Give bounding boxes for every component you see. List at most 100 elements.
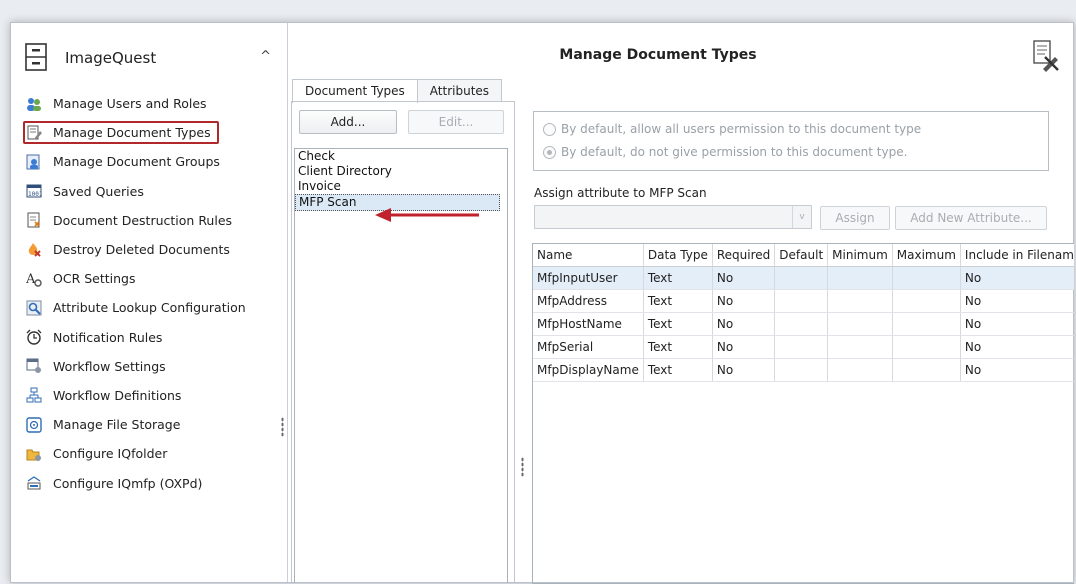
radio-label: By default, do not give permission to th… xyxy=(561,145,908,159)
nav-label: Workflow Definitions xyxy=(53,387,182,403)
table-row-selected[interactable]: MfpInputUser Text No No xyxy=(533,266,1074,290)
app-window: ImageQuest ^ Manage Users and Roles Mana… xyxy=(10,22,1074,584)
edit-button[interactable]: Edit... xyxy=(408,110,504,134)
column-header[interactable]: Data Type xyxy=(643,244,713,267)
column-header[interactable]: Maximum xyxy=(892,244,961,267)
list-item[interactable]: Client Directory xyxy=(295,164,507,179)
attributes-grid[interactable]: Name Data Type Required Default Minimum … xyxy=(532,243,1074,584)
nav-item-configure-iqfolder[interactable]: Configure IQfolder xyxy=(25,439,275,468)
document-types-panel: Add... Edit... Check Client Directory In… xyxy=(291,101,515,583)
sidebar: ImageQuest ^ Manage Users and Roles Mana… xyxy=(11,23,288,582)
cell: MfpSerial xyxy=(533,335,644,359)
nav-label: Manage Document Groups xyxy=(53,154,220,170)
main-panel: Manage Document Types Document Types Att… xyxy=(288,23,1074,584)
assign-button[interactable]: Assign xyxy=(820,206,890,230)
document-tools-icon xyxy=(1031,39,1061,73)
table-row[interactable]: MfpDisplayName Text No No xyxy=(533,358,1074,382)
nav-item-destroy-deleted-documents[interactable]: Destroy Deleted Documents xyxy=(25,235,275,264)
nav-item-workflow-settings[interactable]: Workflow Settings xyxy=(25,352,275,381)
sidebar-splitter[interactable] xyxy=(281,417,284,437)
table-row[interactable]: MfpHostName Text No No xyxy=(533,312,1074,336)
nav-label: Manage Document Types xyxy=(53,125,211,141)
add-button[interactable]: Add... xyxy=(299,110,397,134)
cell: MfpInputUser xyxy=(533,266,644,290)
svg-text:1001: 1001 xyxy=(28,191,42,198)
cell xyxy=(827,289,893,313)
app-header[interactable]: ImageQuest ^ xyxy=(25,43,271,73)
document-edit-icon xyxy=(25,124,43,142)
cell: No xyxy=(960,335,1074,359)
list-item[interactable]: Invoice xyxy=(295,179,507,194)
nav-menu: Manage Users and Roles Manage Document T… xyxy=(23,89,275,498)
nav-label: Notification Rules xyxy=(53,329,163,345)
cell: Text xyxy=(643,312,713,336)
nav-item-ocr-settings[interactable]: A OCR Settings xyxy=(25,264,275,293)
permissions-group: By default, allow all users permission t… xyxy=(533,111,1049,171)
assign-attribute-label: Assign attribute to MFP Scan xyxy=(534,186,707,200)
cell xyxy=(892,266,961,290)
cell: MfpHostName xyxy=(533,312,644,336)
cell: No xyxy=(960,289,1074,313)
nav-item-attribute-lookup[interactable]: Attribute Lookup Configuration xyxy=(25,293,275,322)
nav-item-workflow-definitions[interactable]: Workflow Definitions xyxy=(25,381,275,410)
nav-item-notification-rules[interactable]: Notification Rules xyxy=(25,323,275,352)
nav-label: Attribute Lookup Configuration xyxy=(53,300,246,316)
nav-item-saved-queries[interactable]: 1001 Saved Queries xyxy=(25,177,275,206)
cell: No xyxy=(712,266,776,290)
nav-label: Manage Users and Roles xyxy=(53,96,207,112)
chevron-up-icon[interactable]: ^ xyxy=(260,49,271,64)
workflow-settings-icon xyxy=(25,357,43,375)
cell xyxy=(892,312,961,336)
nav-item-manage-users[interactable]: Manage Users and Roles xyxy=(25,89,275,118)
app-title: ImageQuest xyxy=(65,49,157,67)
radio-dot-selected xyxy=(543,145,556,159)
column-header[interactable]: Minimum xyxy=(827,244,893,267)
cell: No xyxy=(712,335,776,359)
cell xyxy=(892,289,961,313)
nav-label: Configure IQmfp (OXPd) xyxy=(53,475,203,491)
nav-item-manage-document-types[interactable]: Manage Document Types xyxy=(23,118,275,147)
nav-item-document-destruction-rules[interactable]: Document Destruction Rules xyxy=(25,206,275,235)
users-icon xyxy=(25,95,43,113)
document-group-icon xyxy=(25,153,43,171)
cell xyxy=(827,358,893,382)
cell xyxy=(892,358,961,382)
panel-splitter[interactable] xyxy=(521,457,524,477)
document-rules-icon xyxy=(25,211,43,229)
column-header[interactable]: Default xyxy=(774,244,829,267)
workflow-diagram-icon xyxy=(25,386,43,404)
table-row[interactable]: MfpAddress Text No No xyxy=(533,289,1074,313)
column-header[interactable]: Required xyxy=(712,244,776,267)
chevron-down-icon[interactable]: v xyxy=(792,206,811,228)
attribute-select[interactable]: v xyxy=(534,205,812,229)
table-row[interactable]: MfpSerial Text No No xyxy=(533,335,1074,359)
tab-document-types[interactable]: Document Types xyxy=(292,79,418,103)
svg-text:A: A xyxy=(26,272,36,287)
column-header[interactable]: Name xyxy=(533,244,644,267)
nav-item-manage-file-storage[interactable]: Manage File Storage xyxy=(25,410,275,439)
cell xyxy=(827,335,893,359)
query-icon: 1001 xyxy=(25,182,43,200)
document-type-list[interactable]: Check Client Directory Invoice MFP Scan xyxy=(294,148,508,583)
nav-label: Workflow Settings xyxy=(53,358,166,374)
nav-item-configure-iqmfp[interactable]: Configure IQmfp (OXPd) xyxy=(25,468,275,497)
red-arrow-annotation xyxy=(375,208,479,222)
radio-deny-permission[interactable]: By default, do not give permission to th… xyxy=(543,145,907,159)
page-title: Manage Document Types xyxy=(559,47,757,63)
cell: Text xyxy=(643,358,713,382)
cabinet-icon xyxy=(25,43,47,71)
tab-strip: Document Types Attributes xyxy=(292,79,503,103)
destroy-icon xyxy=(25,241,43,259)
tab-attributes[interactable]: Attributes xyxy=(416,79,503,102)
folder-gear-icon xyxy=(25,445,43,463)
nav-item-manage-document-groups[interactable]: Manage Document Groups xyxy=(25,147,275,176)
radio-allow-permission[interactable]: By default, allow all users permission t… xyxy=(543,122,921,136)
column-header[interactable]: Include in Filename xyxy=(960,244,1074,267)
add-new-attribute-button[interactable]: Add New Attribute... xyxy=(895,206,1047,230)
list-item[interactable]: Check xyxy=(295,149,507,164)
nav-label: Saved Queries xyxy=(53,183,144,199)
attributes-table: Name Data Type Required Default Minimum … xyxy=(533,244,1074,382)
nav-label: Manage File Storage xyxy=(53,417,181,433)
alarm-clock-icon xyxy=(25,328,43,346)
cell: No xyxy=(960,358,1074,382)
